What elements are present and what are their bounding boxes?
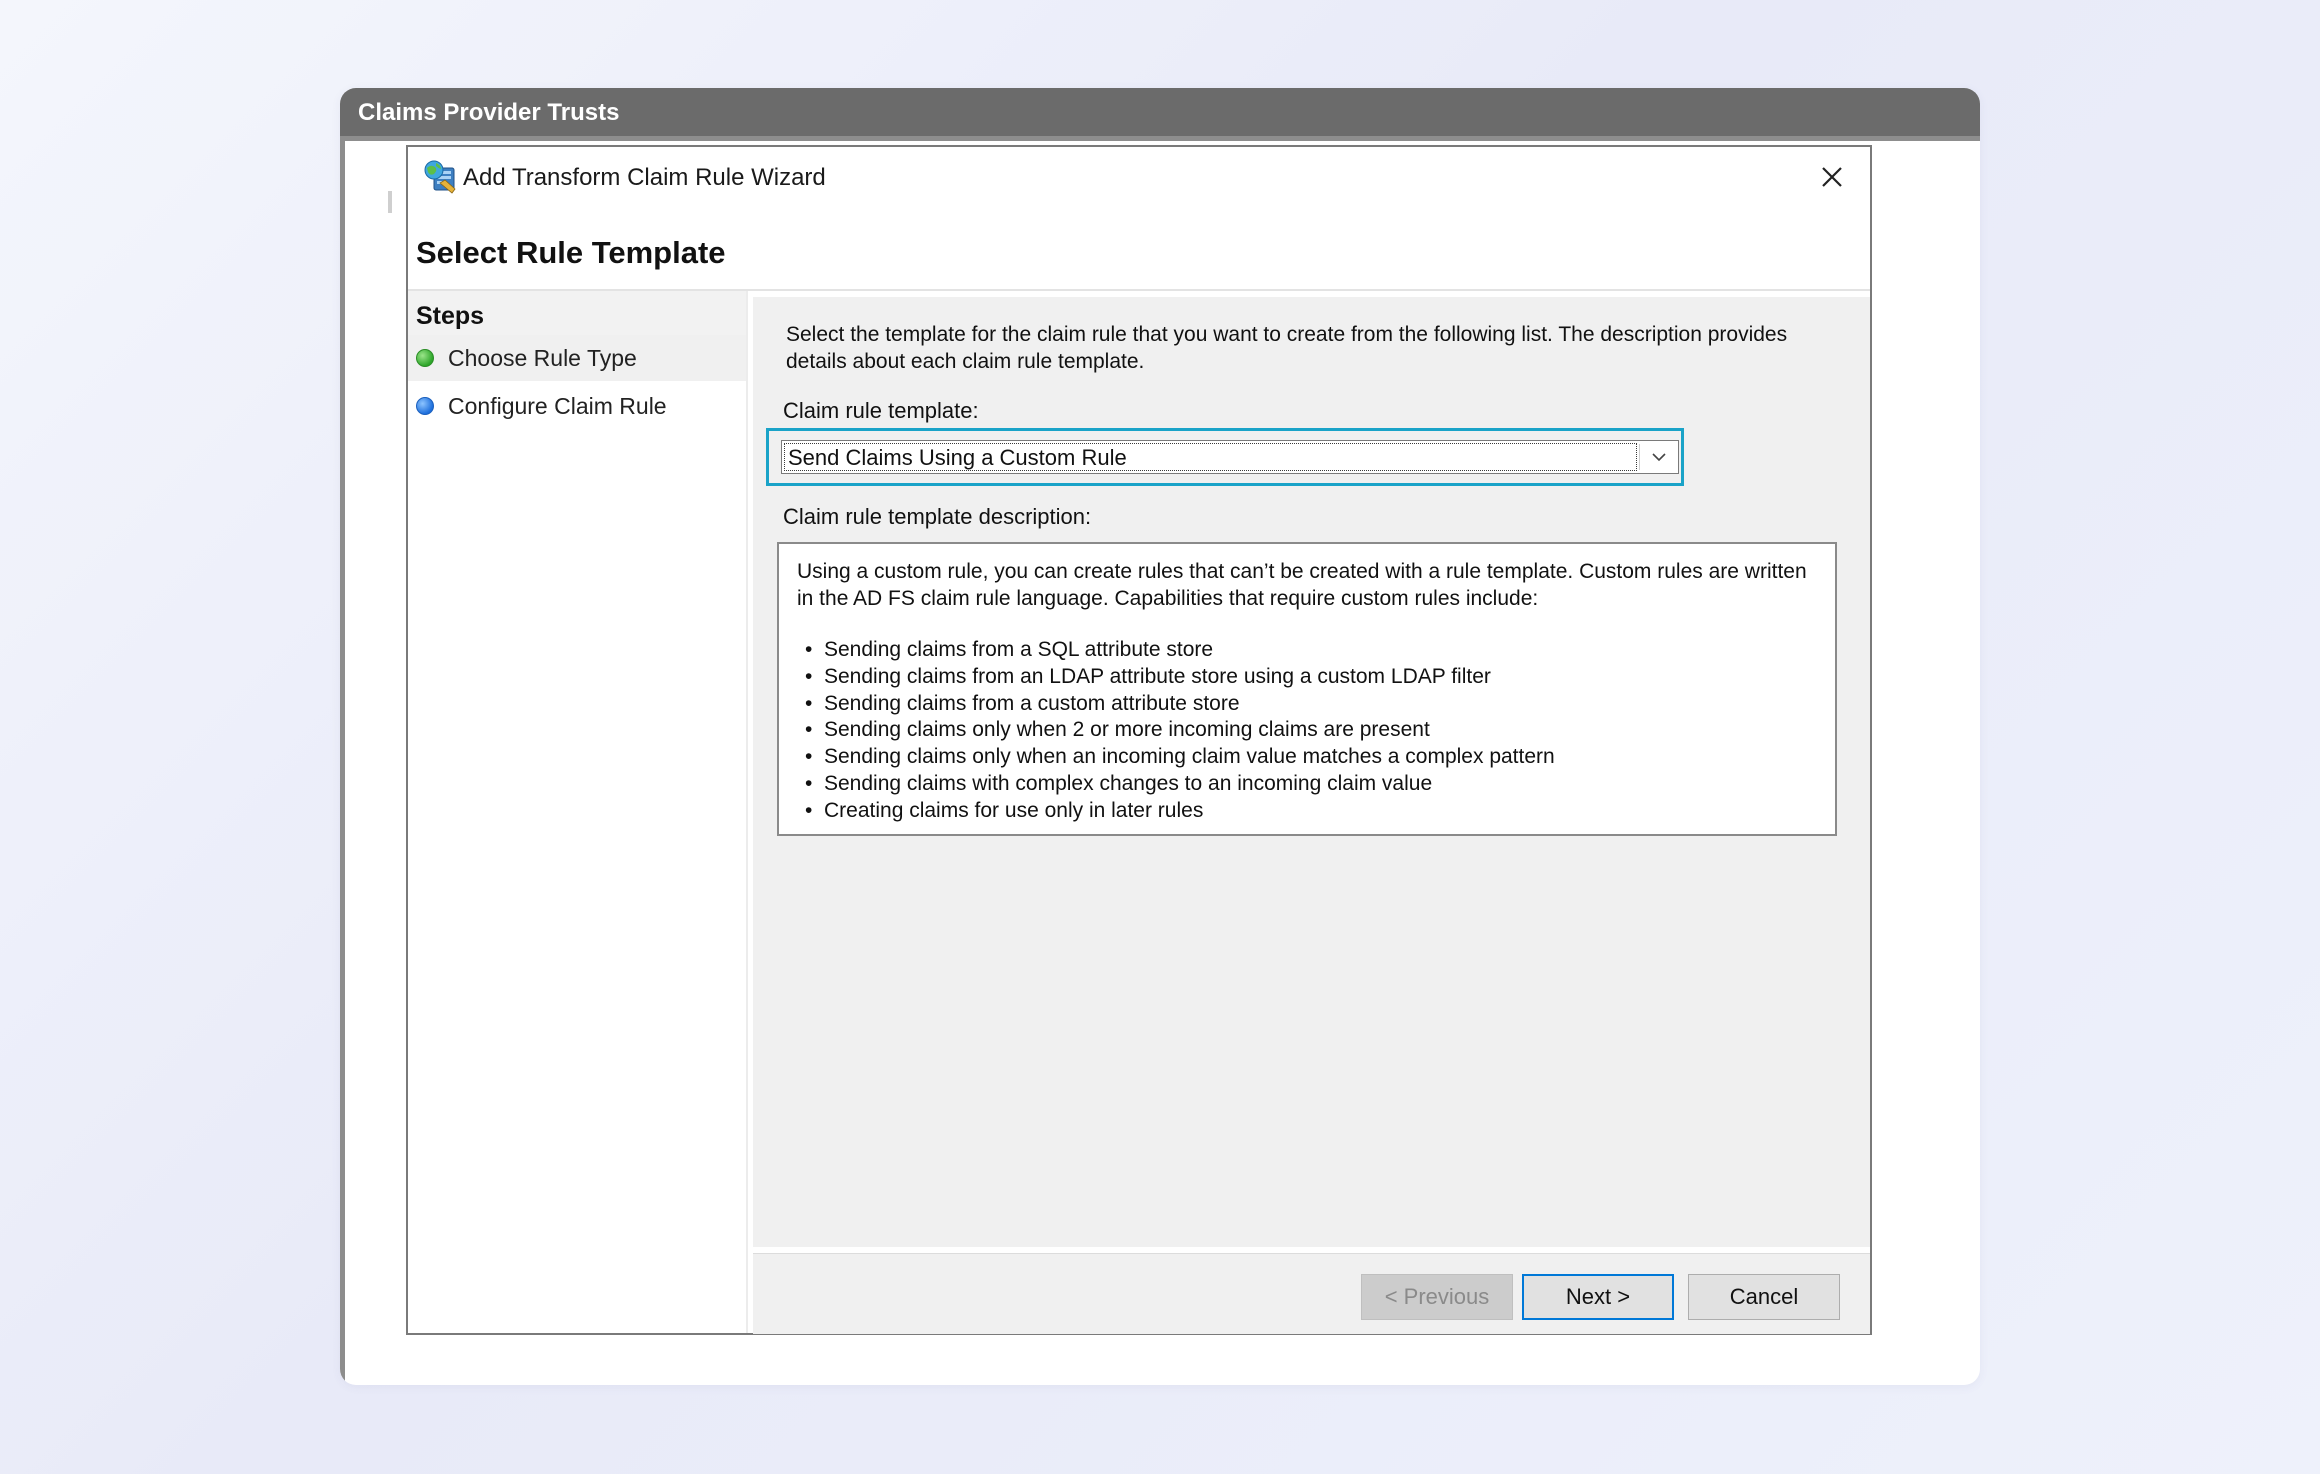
list-item: Creating claims for use only in later ru… [797, 798, 1817, 825]
list-item: Sending claims only when 2 or more incom… [797, 717, 1817, 744]
dropdown-selected-value: Send Claims Using a Custom Rule [784, 443, 1637, 471]
wizard-app-icon [422, 159, 458, 195]
dialog-footer: < Previous Next > Cancel [753, 1253, 1870, 1334]
close-icon [1822, 167, 1842, 187]
content-panel: Select the template for the claim rule t… [753, 297, 1870, 1247]
claim-rule-template-dropdown[interactable]: Send Claims Using a Custom Rule [781, 440, 1679, 474]
list-item: Sending claims only when an incoming cla… [797, 744, 1817, 771]
previous-button[interactable]: < Previous [1361, 1274, 1513, 1320]
outer-window-scroll-tick [388, 191, 392, 213]
list-item: Sending claims with complex changes to a… [797, 771, 1817, 798]
outer-titlebar-divider [340, 136, 1980, 141]
step-choose-rule-type: Choose Rule Type [408, 335, 746, 381]
capabilities-list: Sending claims from a SQL attribute stor… [797, 637, 1817, 825]
dropdown-arrow-button[interactable] [1640, 441, 1678, 473]
outer-window-left-edge [340, 136, 345, 1385]
steps-panel: Steps Choose Rule Type Configure Claim R… [408, 291, 748, 1333]
dialog-title: Add Transform Claim Rule Wizard [463, 164, 826, 191]
description-box: Using a custom rule, you can create rule… [777, 542, 1837, 836]
step-current-dot-icon [416, 397, 434, 415]
step-configure-claim-rule: Configure Claim Rule [408, 383, 746, 429]
claim-rule-template-label: Claim rule template: [783, 398, 979, 423]
list-item: Sending claims from a SQL attribute stor… [797, 637, 1817, 664]
list-item: Sending claims from an LDAP attribute st… [797, 664, 1817, 691]
intro-text: Select the template for the claim rule t… [786, 323, 1788, 373]
chevron-down-icon [1652, 453, 1666, 462]
next-button[interactable]: Next > [1522, 1274, 1674, 1320]
step-completed-dot-icon [416, 349, 434, 367]
dialog-titlebar: Add Transform Claim Rule Wizard [408, 147, 1870, 207]
description-label: Claim rule template description: [783, 504, 1092, 529]
description-intro: Using a custom rule, you can create rule… [797, 560, 1807, 610]
cancel-button[interactable]: Cancel [1688, 1274, 1840, 1320]
add-transform-claim-rule-wizard: Add Transform Claim Rule Wizard Select R… [406, 145, 1872, 1335]
steps-heading: Steps [408, 291, 746, 335]
outer-window-title: Claims Provider Trusts [340, 88, 1980, 136]
close-button[interactable] [1810, 157, 1854, 197]
list-item: Sending claims from a custom attribute s… [797, 691, 1817, 718]
step-label: Configure Claim Rule [448, 392, 667, 419]
page-title: Select Rule Template [416, 235, 726, 270]
step-label: Choose Rule Type [448, 344, 637, 371]
